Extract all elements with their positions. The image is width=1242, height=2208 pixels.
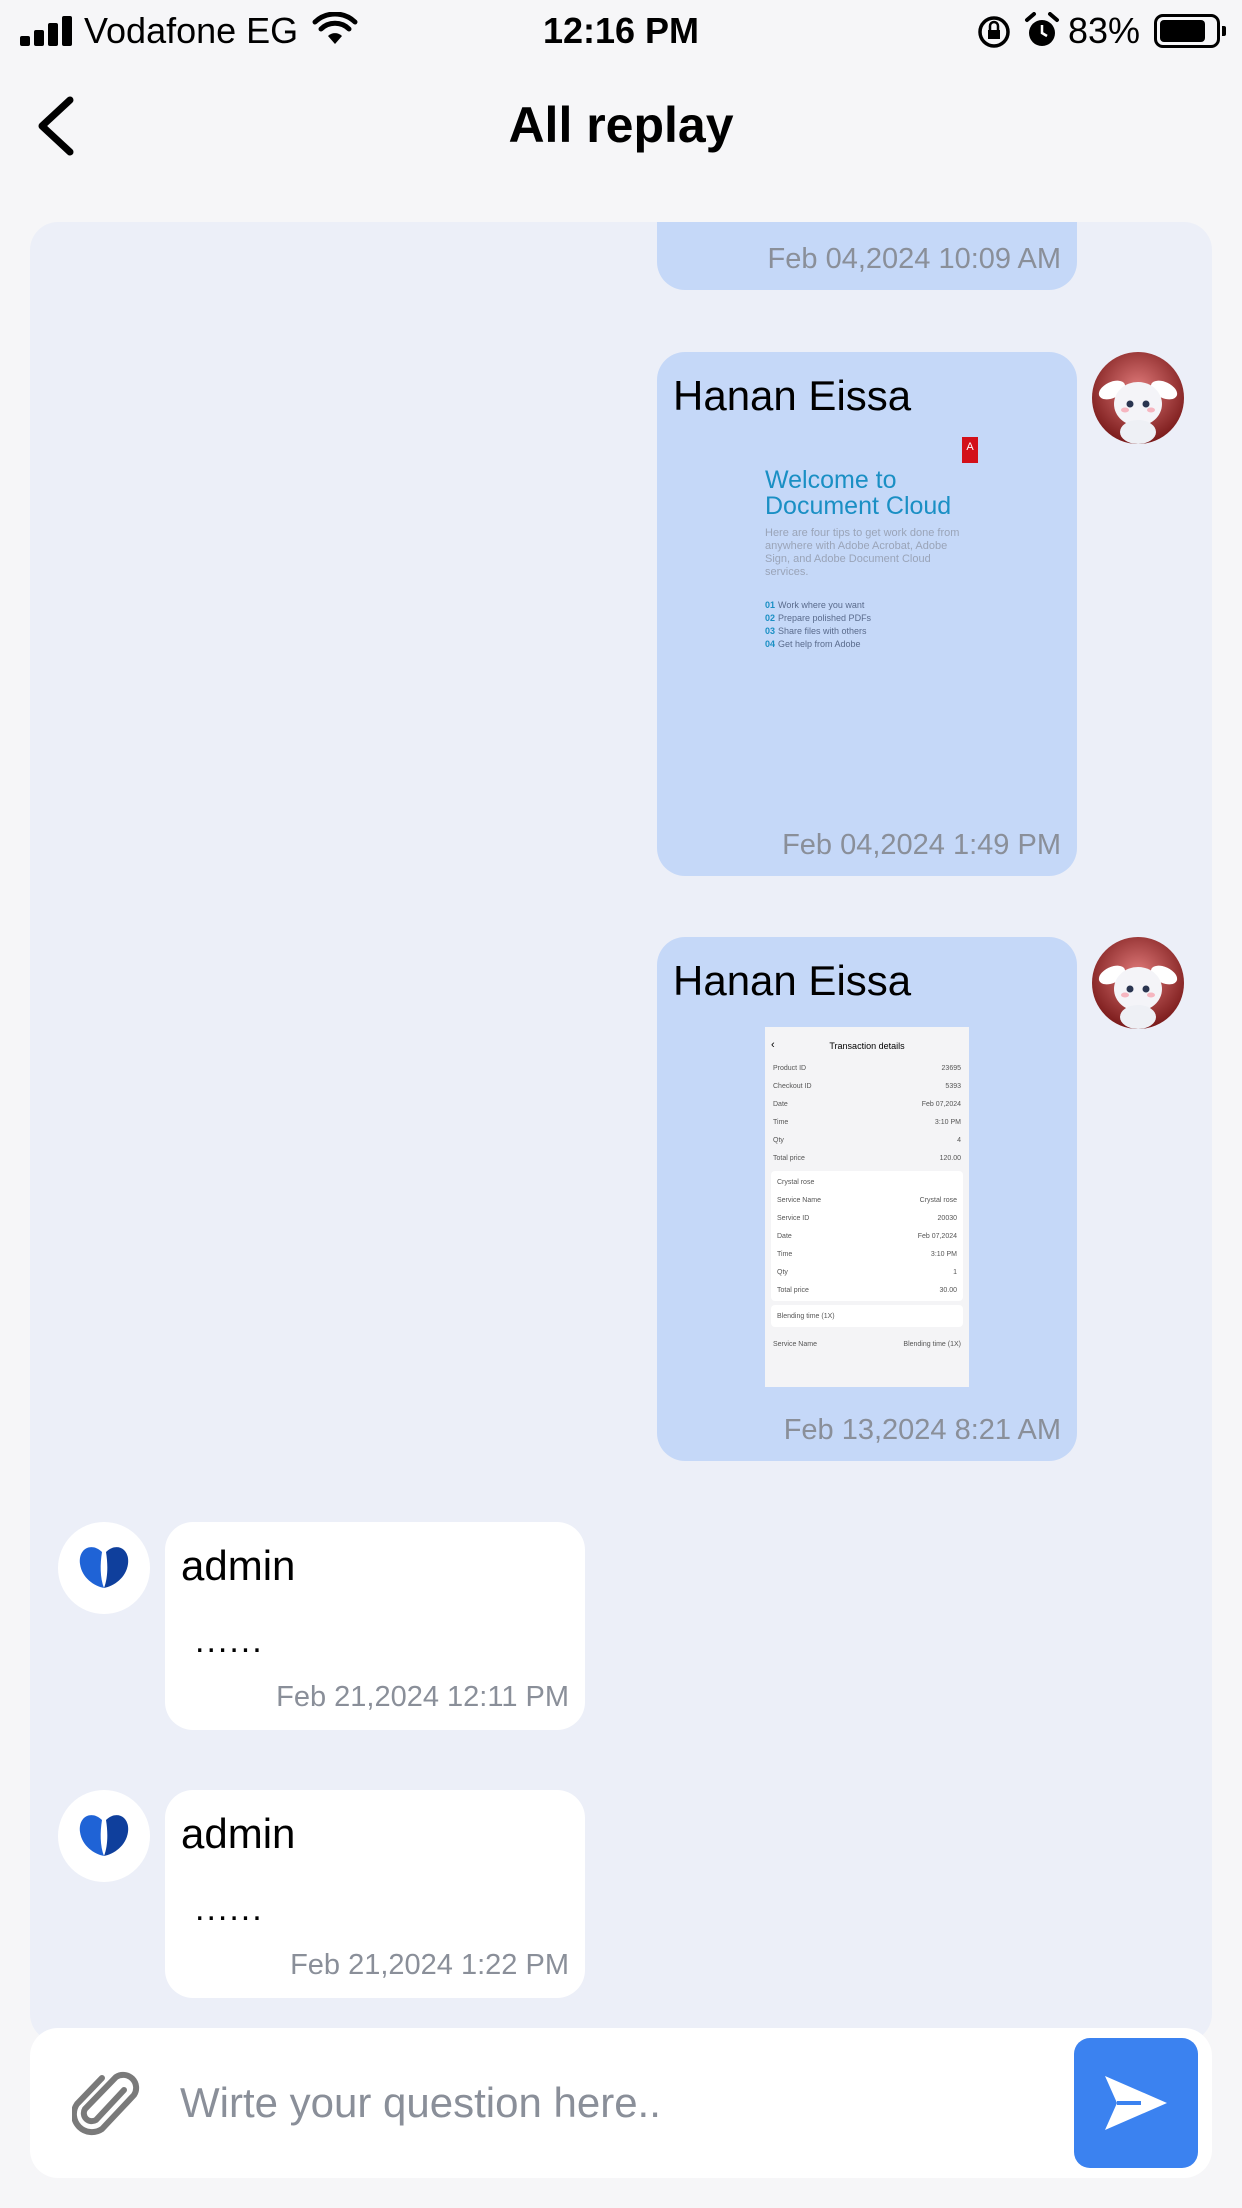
service-card: Crystal rose Service Name Crystal rose Se… (771, 1171, 963, 1301)
table-row: Service Name Blending time (1X) (773, 1340, 961, 1348)
table-row: Product ID 23695 (773, 1064, 961, 1072)
avatar[interactable] (1092, 352, 1184, 444)
navigation-bar: All replay (0, 70, 1242, 180)
outgoing-message: Feb 04,2024 10:09 AM (657, 222, 1077, 290)
avatar[interactable] (1092, 937, 1184, 1029)
alarm-icon (1025, 12, 1059, 46)
attachment-tips: 01 Work where you want 02 Prepare polished… (765, 599, 975, 651)
avatar[interactable] (58, 1522, 150, 1614)
table-row: Date Feb 07,2024 (773, 1100, 961, 1108)
list-item: 01 Work where you want (765, 600, 865, 610)
sender-name: Hanan Eissa (673, 372, 912, 419)
incoming-message: admin ...... Feb 21,2024 1:22 PM (165, 1790, 585, 1998)
sender-name: admin (181, 1810, 296, 1857)
battery-icon (1154, 14, 1226, 48)
list-item: 02 Prepare polished PDFs (765, 613, 872, 623)
message-timestamp: Feb 21,2024 12:11 PM (276, 1681, 569, 1713)
sender-name: Hanan Eissa (673, 957, 912, 1004)
attachment-title: ‹ Transaction details (771, 1039, 905, 1051)
question-input[interactable] (180, 2068, 1060, 2138)
attachment-title: Welcome to Document Cloud (765, 466, 952, 520)
table-row: Time 3:10 PM (773, 1118, 961, 1126)
list-item: 04 Get help from Adobe (765, 639, 861, 649)
message-text: ...... (195, 1622, 264, 1660)
table-row: Service ID 20030 (777, 1214, 957, 1222)
message-timestamp: Feb 04,2024 1:49 PM (782, 829, 1061, 861)
chevron-left-icon: ‹ (771, 1039, 775, 1051)
card-title: Crystal rose (777, 1178, 815, 1186)
admin-logo-icon (79, 1815, 129, 1856)
avatar[interactable] (58, 1790, 150, 1882)
admin-logo-icon (79, 1547, 129, 1588)
table-row: Checkout ID 5393 (773, 1082, 961, 1090)
table-row: Qty 4 (773, 1136, 961, 1144)
send-button[interactable] (1074, 2038, 1198, 2168)
message-timestamp: Feb 21,2024 1:22 PM (290, 1949, 569, 1981)
message-timestamp: Feb 13,2024 8:21 AM (783, 1414, 1061, 1446)
battery-percentage: 83% (1068, 10, 1141, 51)
sender-name: admin (181, 1542, 296, 1589)
message-text: ...... (195, 1890, 264, 1928)
outgoing-message: Hanan Eissa ‹ Transaction details Produc… (657, 937, 1077, 1461)
table-row: Qty 1 (777, 1268, 957, 1276)
document-attachment[interactable]: A Welcome to Document Cloud Here are fou… (765, 437, 978, 667)
list-item: 03 Share files with others (765, 626, 867, 636)
page-title: All replay (508, 97, 734, 153)
bunny-avatar-icon (1092, 937, 1184, 1029)
table-row: Total price 30.00 (777, 1286, 957, 1294)
status-bar: Vodafone EG 12:16 PM 83% (0, 0, 1242, 62)
bunny-avatar-icon (1092, 352, 1184, 444)
screenshot-attachment[interactable]: ‹ Transaction details Product ID 23695 Ch… (765, 1027, 969, 1387)
message-timestamp: Feb 04,2024 10:09 AM (767, 243, 1061, 275)
adobe-logo-icon: A (962, 437, 978, 463)
attachment-body: Here are four tips to get work done from… (765, 527, 960, 578)
table-row: Time 3:10 PM (777, 1250, 957, 1258)
message-composer (30, 2028, 1212, 2178)
service-card: Blending time (1X) (771, 1305, 963, 1327)
card-title: Blending time (1X) (777, 1312, 835, 1320)
outgoing-message: Hanan Eissa A Welcome to Document Cloud … (657, 352, 1077, 876)
chat-thread[interactable]: Feb 04,2024 10:09 AM Hanan Eissa A Welco… (30, 222, 1212, 2042)
paperclip-icon[interactable] (72, 2068, 142, 2142)
table-row: Service Name Crystal rose (777, 1196, 957, 1204)
table-row: Date Feb 07,2024 (777, 1232, 957, 1240)
rotation-lock-icon (978, 16, 1010, 48)
table-row: Total price 120.00 (773, 1154, 961, 1162)
incoming-message: admin ...... Feb 21,2024 12:11 PM (165, 1522, 585, 1730)
send-icon (1105, 2076, 1167, 2130)
